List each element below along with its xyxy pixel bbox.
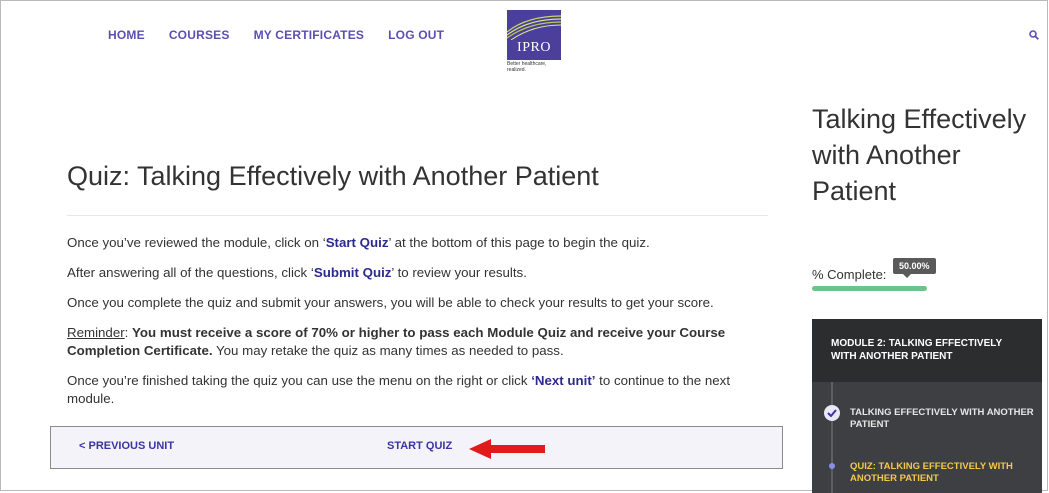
ipro-logo[interactable]: IPRO Better healthcare, realized. xyxy=(507,10,561,86)
reminder-label: Reminder xyxy=(67,325,125,340)
start-quiz-highlight: Start Quiz xyxy=(325,235,389,250)
logo-text: IPRO xyxy=(517,40,551,55)
search-icon[interactable] xyxy=(1029,27,1039,45)
percent-complete-badge: 50.00% xyxy=(893,258,936,278)
quiz-instructions: Once you’ve reviewed the module, click o… xyxy=(67,234,769,420)
instruction-submit-quiz: After answering all of the questions, cl… xyxy=(67,264,769,282)
module-panel: MODULE 2: TALKING EFFECTIVELY WITH ANOTH… xyxy=(812,319,1042,493)
current-lesson-dot-icon xyxy=(829,463,835,469)
instruction-start-quiz: Once you’ve reviewed the module, click o… xyxy=(67,234,769,252)
page-frame: HOME COURSES MY CERTIFICATES LOG OUT IPR… xyxy=(0,0,1048,493)
lesson-item-talking-effectively[interactable]: TALKING EFFECTIVELY WITH ANOTHER PATIENT xyxy=(850,407,1035,431)
next-unit-highlight: ‘Next unit’ xyxy=(531,373,596,388)
progress-bar xyxy=(812,286,1042,291)
text: ’ at the bottom of this page to begin th… xyxy=(388,235,650,250)
lesson-item-quiz-current[interactable]: QUIZ: TALKING EFFECTIVELY WITH ANOTHER P… xyxy=(850,461,1035,485)
text: After answering all of the questions, cl… xyxy=(67,265,314,280)
percent-complete-label: % Complete: xyxy=(812,267,887,282)
title-divider xyxy=(67,215,768,216)
unit-navigation-bar: < PREVIOUS UNIT START QUIZ xyxy=(50,426,783,469)
previous-unit-link[interactable]: < PREVIOUS UNIT xyxy=(79,440,174,452)
text: You may retake the quiz as many times as… xyxy=(212,343,564,358)
nav-my-certificates[interactable]: MY CERTIFICATES xyxy=(254,28,365,42)
progress-bar-fill xyxy=(812,286,927,291)
red-arrow-annotation-icon xyxy=(469,439,545,459)
main-nav: HOME COURSES MY CERTIFICATES LOG OUT xyxy=(108,28,444,42)
nav-home[interactable]: HOME xyxy=(108,28,145,42)
instruction-next-unit: Once you’re finished taking the quiz you… xyxy=(67,372,769,408)
start-quiz-button[interactable]: START QUIZ xyxy=(387,440,452,452)
logo-tagline: Better healthcare, realized. xyxy=(507,61,561,73)
text: : xyxy=(124,325,133,340)
text: ’ to review your results. xyxy=(391,265,527,280)
completed-check-icon xyxy=(824,405,840,421)
text: Once you’re finished taking the quiz you… xyxy=(67,373,532,388)
instruction-reminder: Reminder: You must receive a score of 70… xyxy=(67,324,769,360)
text: Once you’ve reviewed the module, click o… xyxy=(67,235,326,250)
page-title: Quiz: Talking Effectively with Another P… xyxy=(67,161,599,191)
course-sidebar-title: Talking Effectively with Another Patient xyxy=(812,104,1027,206)
submit-quiz-highlight: Submit Quiz xyxy=(313,265,392,280)
nav-courses[interactable]: COURSES xyxy=(169,28,230,42)
lesson-timeline xyxy=(831,382,833,493)
logo-tagline-line2: realized. xyxy=(507,67,526,73)
nav-log-out[interactable]: LOG OUT xyxy=(388,28,444,42)
instruction-results: Once you complete the quiz and submit yo… xyxy=(67,295,714,310)
logo-mark: IPRO xyxy=(507,10,561,60)
module-heading[interactable]: MODULE 2: TALKING EFFECTIVELY WITH ANOTH… xyxy=(812,319,1042,382)
